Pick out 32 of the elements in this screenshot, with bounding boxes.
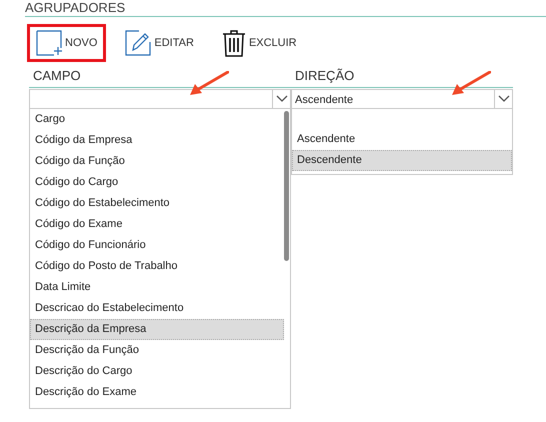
trash-icon xyxy=(222,29,246,57)
pencil-icon xyxy=(125,30,152,56)
dropdown-option[interactable]: Descendente xyxy=(292,150,512,171)
new-document-icon xyxy=(36,30,62,56)
dropdown-option[interactable]: Descrição da Empresa xyxy=(30,319,284,340)
dropdown-option[interactable]: Ascendente xyxy=(292,129,512,150)
annotation-arrow-icon xyxy=(189,71,229,97)
scrollbar-thumb[interactable] xyxy=(284,111,289,261)
chevron-down-icon xyxy=(276,95,288,103)
dropdown-option[interactable]: Código da Empresa xyxy=(30,130,284,151)
dropdown-option[interactable]: Descrição da Função xyxy=(30,340,284,361)
dropdown-option[interactable]: Data Limite xyxy=(30,277,284,298)
toolbar-button[interactable]: EDITAR xyxy=(116,24,203,62)
dropdown-option[interactable]: Código do Posto de Trabalho xyxy=(30,256,284,277)
dropdown-option[interactable]: Código da Função xyxy=(30,151,284,172)
dropdown-option[interactable]: Código do Cargo xyxy=(30,172,284,193)
annotation-arrow-icon xyxy=(451,71,491,97)
dropdown-option[interactable]: Cargo xyxy=(30,109,284,130)
dropdown-option[interactable]: Código do Exame xyxy=(30,214,284,235)
toolbar-button[interactable]: NOVO xyxy=(27,24,106,62)
toolbar-button[interactable]: EXCLUIR xyxy=(212,24,306,62)
dropdown-option[interactable]: Descricao do Estabelecimento xyxy=(30,298,284,319)
dropdown-option[interactable]: Descrição do Cargo xyxy=(30,361,284,382)
field-label: CAMPO xyxy=(32,67,82,84)
dropdown-field[interactable] xyxy=(29,89,291,109)
section-title: AGRUPADORES xyxy=(25,1,126,15)
dropdown-option[interactable]: Código do Funcionário xyxy=(30,235,284,256)
dropdown-option[interactable]: Descrição do Exame xyxy=(30,382,284,403)
field-label: DIREÇÃO xyxy=(294,67,356,84)
chevron-down-icon xyxy=(498,95,510,103)
dropdown-option[interactable]: Código do Estabelecimento xyxy=(30,193,284,214)
dropdown-value: Ascendente xyxy=(294,94,354,106)
